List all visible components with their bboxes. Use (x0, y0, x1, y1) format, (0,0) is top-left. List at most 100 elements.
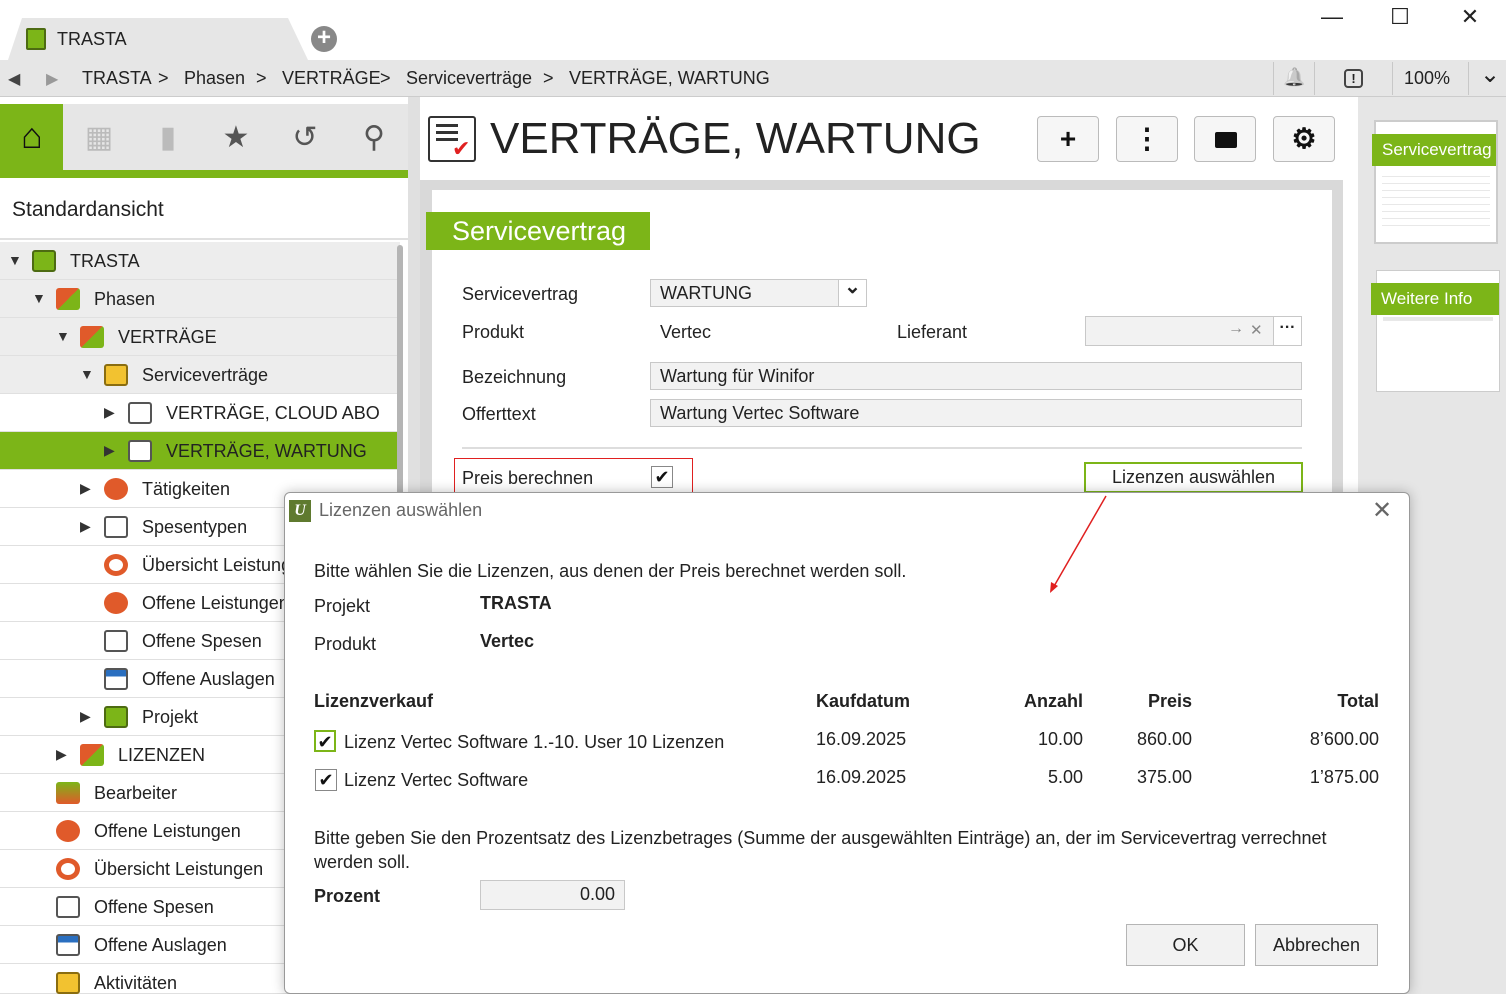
tree-item-label: Projekt (142, 707, 199, 727)
add-button[interactable]: + (1037, 116, 1099, 162)
divider (0, 238, 408, 240)
tree-item-trasta[interactable]: ▼ TRASTA (0, 242, 400, 280)
close-icon[interactable]: ✕ (1372, 496, 1392, 525)
tree-item-vertraege[interactable]: ▼ VERTRÄGE (0, 318, 400, 356)
row-checkbox[interactable]: ✔ (314, 730, 336, 752)
plus-icon[interactable]: + (311, 26, 337, 52)
tree-item-label: Übersicht Leistung (142, 555, 292, 575)
expand-arrow-icon[interactable]: ▼ (80, 366, 94, 382)
maximize-button[interactable]: ☐ (1380, 4, 1420, 30)
servicevertrag-select[interactable]: WARTUNG ⌄ (650, 277, 867, 307)
expand-arrow-icon[interactable]: ▼ (56, 328, 70, 344)
produkt-label: Produkt (314, 634, 377, 654)
column-header-anzahl: Anzahl (1023, 691, 1083, 711)
home-button[interactable]: ⌂ (0, 104, 63, 170)
servicevertrag-label: Servicevertrag (462, 284, 579, 304)
projekt-value: TRASTA (480, 593, 552, 613)
close-window-button[interactable]: ✕ (1450, 4, 1490, 30)
breadcrumb-phasen[interactable]: Phasen (184, 68, 245, 89)
phase-icon (80, 326, 104, 348)
breadcrumb-trasta[interactable]: TRASTA (82, 68, 152, 89)
expand-arrow-icon[interactable]: ▶ (104, 404, 115, 421)
chevron-down-icon[interactable]: ⌄ (838, 277, 866, 306)
folder-button[interactable] (1194, 116, 1256, 162)
chart-icon[interactable]: ▮ (148, 120, 188, 160)
table-row[interactable]: ✔ Lizenz Vertec Software 16.09.2025 5.00… (312, 764, 1382, 800)
clear-icon[interactable]: ✕ (1250, 321, 1263, 339)
divider (1273, 62, 1274, 95)
projekt-label: Projekt (314, 596, 371, 616)
breadcrumb-servicevertraege[interactable]: Serviceverträge (406, 68, 532, 89)
arrow-right-icon[interactable]: → (1228, 320, 1244, 338)
tree-item-label: Aktivitäten (94, 973, 178, 993)
tree-item-vertraege-wartung[interactable]: ▶ VERTRÄGE, WARTUNG (0, 432, 400, 470)
thumbnail-servicevertrag[interactable]: Servicevertrag (1372, 120, 1498, 244)
expand-arrow-icon[interactable]: ▶ (80, 518, 91, 535)
dialog-title: Lizenzen auswählen (319, 500, 483, 520)
star-icon (56, 972, 80, 994)
breadcrumb-separator: > (256, 68, 267, 88)
history-icon[interactable]: ↺ (285, 120, 325, 160)
more-icon[interactable]: ··· (1273, 317, 1301, 345)
offerttext-field[interactable]: Wartung Vertec Software (650, 399, 1302, 427)
row-total: 8’600.00 (1309, 729, 1379, 749)
expand-arrow-icon[interactable]: ▼ (8, 252, 22, 268)
tree-item-vertraege-cloud-abo[interactable]: ▶ VERTRÄGE, CLOUD ABO (0, 394, 400, 432)
user-icon (56, 782, 80, 804)
tree-item-label: Bearbeiter (94, 783, 178, 803)
minimize-button[interactable]: — (1312, 4, 1352, 30)
expand-arrow-icon[interactable]: ▶ (56, 746, 67, 763)
receipt-icon (104, 630, 128, 652)
expand-arrow-icon[interactable]: ▶ (80, 480, 91, 497)
lieferant-field[interactable]: → ✕ ··· (1085, 316, 1302, 346)
app-tab[interactable] (8, 18, 308, 60)
more-options-button[interactable]: ⋮ (1116, 116, 1178, 162)
prozent-input[interactable]: 0.00 (480, 880, 625, 910)
scrollbar[interactable] (397, 245, 403, 495)
expand-arrow-icon[interactable]: ▶ (104, 442, 115, 459)
forward-arrow-icon[interactable]: ▶ (46, 69, 58, 89)
column-header-total: Total (1337, 691, 1379, 711)
zoom-level[interactable]: 100% (1404, 68, 1450, 89)
produkt-value: Vertec (660, 322, 712, 342)
settings-button[interactable]: ⚙ (1273, 116, 1335, 162)
tree-item-servicevertraege[interactable]: ▼ Serviceverträge (0, 356, 400, 394)
ok-button[interactable]: OK (1126, 924, 1245, 966)
form-section-header: Servicevertrag (426, 212, 650, 250)
thumbnail-header: Weitere Info (1371, 283, 1499, 315)
divider (1468, 62, 1469, 95)
preis-berechnen-checkbox[interactable]: ✔ (651, 466, 673, 488)
lizenzen-auswaehlen-button[interactable]: Lizenzen auswählen (1084, 462, 1303, 493)
offerttext-label: Offerttext (462, 404, 536, 424)
prozent-hint: Bitte geben Sie den Prozentsatz des Lize… (314, 828, 1327, 872)
expand-arrow-icon[interactable]: ▶ (80, 708, 91, 725)
cancel-button[interactable]: Abbrechen (1255, 924, 1378, 966)
tree-item-label: Offene Leistungen (94, 821, 241, 841)
tree-item-label: Offene Auslagen (142, 669, 275, 689)
expand-arrow-icon[interactable]: ▼ (32, 290, 46, 306)
back-arrow-icon[interactable]: ◀ (8, 69, 20, 89)
tree-item-phasen[interactable]: ▼ Phasen (0, 280, 400, 318)
column-header-lizenzverkauf: Lizenzverkauf (314, 691, 434, 711)
row-checkbox[interactable]: ✔ (315, 769, 337, 791)
calendar-icon[interactable]: ▦ (79, 120, 119, 160)
outlay-icon (104, 668, 128, 690)
row-anzahl: 10.00 (1037, 729, 1083, 749)
star-icon[interactable]: ★ (216, 120, 256, 160)
view-title[interactable]: Standardansicht (12, 198, 164, 222)
folder-icon (1215, 132, 1237, 148)
breadcrumb-current[interactable]: VERTRÄGE, WARTUNG (569, 68, 770, 89)
bell-icon[interactable]: 🔔 (1283, 67, 1305, 88)
row-kaufdatum: 16.09.2025 (816, 767, 907, 787)
breadcrumb-vertraege[interactable]: VERTRÄGE (282, 68, 381, 89)
tree-item-label: Tätigkeiten (142, 479, 231, 499)
chevron-down-icon[interactable]: ⌄ (1480, 60, 1500, 89)
thumbnail-weitere-info[interactable]: Weitere Info (1371, 270, 1500, 392)
target-icon (104, 554, 128, 576)
servicevertrag-value: WARTUNG (660, 283, 752, 303)
bezeichnung-field[interactable]: Wartung für Winifor (650, 362, 1302, 390)
alert-icon[interactable]: ! (1344, 69, 1363, 88)
search-icon[interactable]: ⚲ (354, 120, 394, 160)
project-icon (104, 706, 128, 728)
table-row[interactable]: ✔ Lizenz Vertec Software 1.-10. User 10 … (312, 726, 1382, 762)
